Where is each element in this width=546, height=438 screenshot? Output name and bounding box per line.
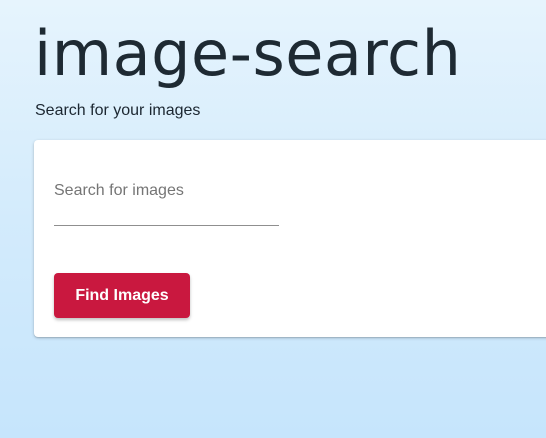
search-card: Find Images: [34, 140, 546, 337]
search-field[interactable]: [54, 166, 279, 226]
search-input[interactable]: [54, 176, 279, 206]
app-subtitle: Search for your images: [35, 102, 201, 119]
find-images-button[interactable]: Find Images: [54, 273, 190, 318]
app-title: image-search: [34, 17, 462, 90]
